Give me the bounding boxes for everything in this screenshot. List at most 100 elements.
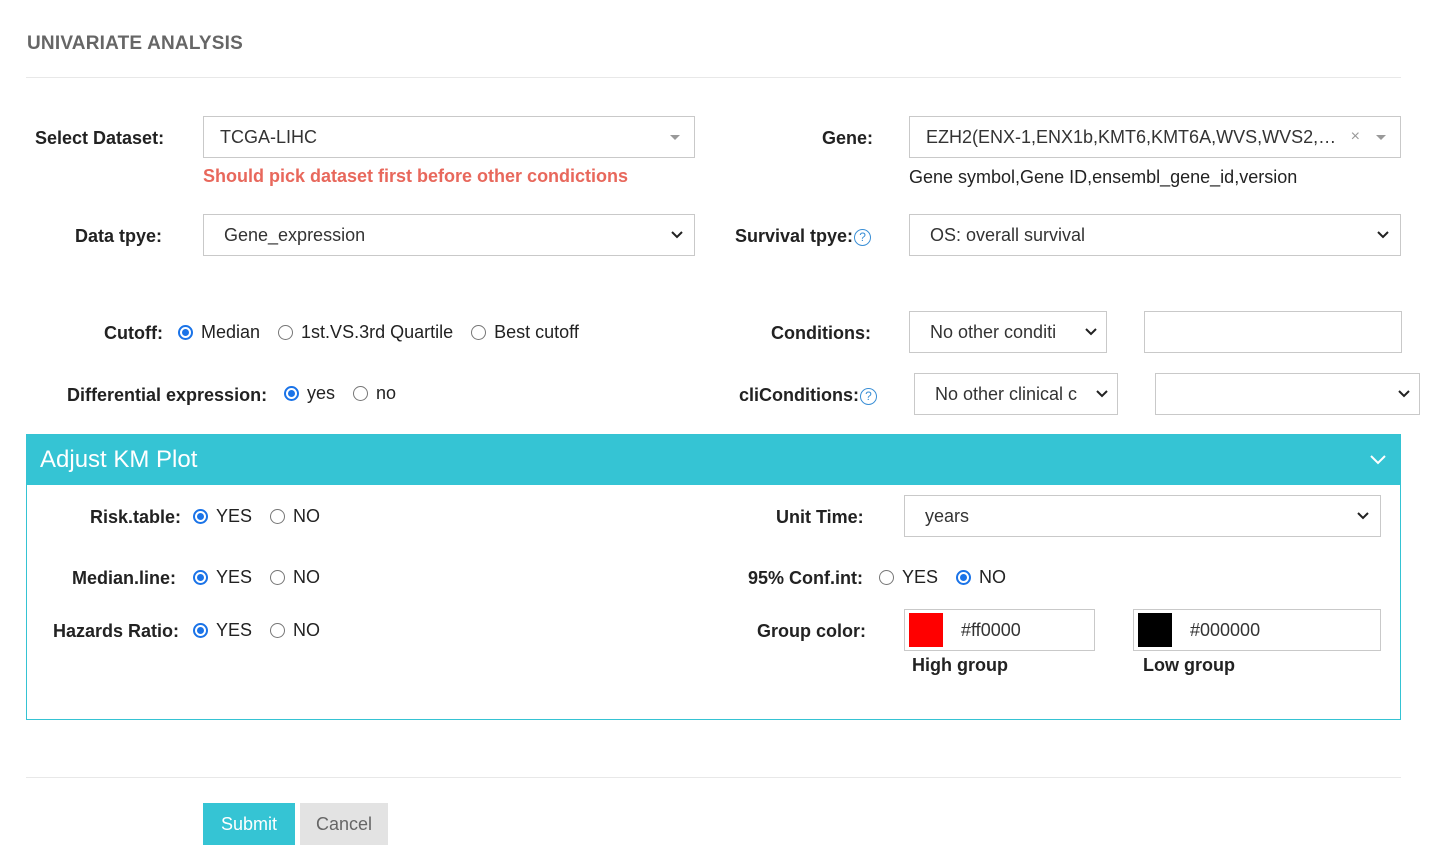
- unit-time-select[interactable]: years: [904, 495, 1381, 537]
- risk-table-option-no[interactable]: NO: [270, 506, 320, 527]
- conf-int-option-yes[interactable]: YES: [879, 567, 938, 588]
- radio-unchecked-icon[interactable]: [278, 325, 294, 340]
- cancel-button[interactable]: Cancel: [300, 803, 388, 845]
- radio-checked-icon[interactable]: [193, 509, 208, 524]
- high-group-color-input[interactable]: #ff0000: [904, 609, 1095, 651]
- survival-type-label: Survival tpye:?: [735, 226, 872, 247]
- data-type-label: Data tpye:: [75, 226, 163, 246]
- chevron-down-icon: [670, 228, 684, 242]
- median-line-label: Median.line:: [72, 568, 177, 588]
- radio-checked-icon[interactable]: [193, 623, 208, 638]
- caret-down-icon: [670, 134, 680, 140]
- radio-checked-icon[interactable]: [284, 386, 299, 401]
- color-swatch[interactable]: [1138, 613, 1172, 647]
- chevron-down-icon: [1095, 387, 1109, 401]
- submit-button[interactable]: Submit: [203, 803, 295, 845]
- conf-int-radio-group: YES NO: [879, 567, 1024, 588]
- median-line-radio-group: YES NO: [193, 567, 338, 588]
- dataset-select[interactable]: TCGA-LIHC: [203, 116, 695, 158]
- option-label: NO: [979, 567, 1007, 587]
- option-label: YES: [216, 620, 253, 640]
- hazards-ratio-radio-group: YES NO: [193, 620, 338, 641]
- group-color-label: Group color:: [757, 621, 866, 641]
- conditions-select[interactable]: No other conditi: [909, 311, 1107, 353]
- conf-int-label: 95% Conf.int:: [748, 568, 863, 588]
- conditions-value: No other conditi: [930, 321, 1057, 342]
- page-title: UNIVARIATE ANALYSIS: [27, 33, 243, 54]
- radio-unchecked-icon[interactable]: [270, 623, 286, 638]
- option-label: NO: [293, 567, 321, 587]
- cli-conditions-second-select[interactable]: [1155, 373, 1420, 415]
- help-icon[interactable]: ?: [860, 387, 877, 405]
- option-label: YES: [216, 506, 253, 526]
- cli-conditions-value: No other clinical c: [935, 383, 1078, 404]
- conditions-input[interactable]: [1144, 311, 1402, 353]
- dataset-label: Select Dataset:: [35, 128, 165, 148]
- caret-down-icon: [1376, 134, 1386, 140]
- radio-checked-icon[interactable]: [193, 570, 208, 585]
- diff-expr-option-no[interactable]: no: [353, 383, 396, 404]
- clear-icon[interactable]: ×: [1351, 128, 1360, 146]
- risk-table-radio-group: YES NO: [193, 506, 338, 527]
- chevron-down-icon: [1376, 228, 1390, 242]
- survival-type-select[interactable]: OS: overall survival: [909, 214, 1401, 256]
- survival-type-value: OS: overall survival: [930, 224, 1086, 245]
- km-plot-panel-header[interactable]: Adjust KM Plot: [27, 435, 1400, 485]
- cutoff-option-median[interactable]: Median: [178, 322, 260, 343]
- option-label: Best cutoff: [494, 322, 579, 342]
- unit-time-label: Unit Time:: [776, 507, 864, 527]
- km-plot-panel-title: Adjust KM Plot: [40, 446, 198, 473]
- data-type-value: Gene_expression: [224, 224, 366, 245]
- radio-checked-icon[interactable]: [956, 570, 972, 585]
- risk-table-option-yes[interactable]: YES: [193, 506, 252, 527]
- option-label: yes: [307, 383, 336, 403]
- risk-table-label: Risk.table:: [90, 507, 182, 527]
- cutoff-label: Cutoff:: [104, 323, 163, 343]
- chevron-down-icon: [1356, 509, 1370, 523]
- chevron-down-icon: [1397, 387, 1411, 401]
- conf-int-option-no[interactable]: NO: [956, 567, 1006, 588]
- low-group-color-input[interactable]: #000000: [1133, 609, 1381, 651]
- hazards-ratio-option-no[interactable]: NO: [270, 620, 320, 641]
- radio-unchecked-icon[interactable]: [270, 570, 286, 585]
- help-icon[interactable]: ?: [854, 228, 872, 246]
- conditions-label: Conditions:: [771, 323, 871, 343]
- option-label: 1st.VS.3rd Quartile: [301, 322, 454, 342]
- median-line-option-no[interactable]: NO: [270, 567, 320, 588]
- radio-unchecked-icon[interactable]: [270, 509, 286, 524]
- bottom-divider: [26, 777, 1401, 778]
- median-line-option-yes[interactable]: YES: [193, 567, 252, 588]
- data-type-select[interactable]: Gene_expression: [203, 214, 695, 256]
- cutoff-radio-group: Median 1st.VS.3rd Quartile Best cutoff: [178, 322, 597, 343]
- chevron-down-icon[interactable]: [1368, 452, 1388, 466]
- survival-type-label-text: Survival tpye:: [735, 226, 854, 246]
- diff-expr-option-yes[interactable]: yes: [284, 383, 335, 404]
- radio-unchecked-icon[interactable]: [879, 570, 894, 585]
- gene-value: EZH2(ENX-1,ENX1b,KMT6,KMT6A,WVS,WVS2,EZ.…: [926, 126, 1347, 147]
- cli-conditions-label-text: cliConditions:: [739, 385, 859, 405]
- color-swatch[interactable]: [909, 613, 943, 647]
- option-label: YES: [902, 567, 939, 587]
- hazards-ratio-option-yes[interactable]: YES: [193, 620, 252, 641]
- diff-expr-label: Differential expression:: [67, 385, 268, 405]
- radio-checked-icon[interactable]: [178, 325, 193, 340]
- cutoff-option-quartile[interactable]: 1st.VS.3rd Quartile: [278, 322, 453, 343]
- diff-expr-radio-group: yes no: [284, 383, 414, 404]
- option-label: NO: [293, 506, 321, 526]
- top-divider: [26, 77, 1401, 78]
- radio-unchecked-icon[interactable]: [353, 386, 369, 401]
- high-group-caption: High group: [912, 655, 1008, 675]
- cli-conditions-select[interactable]: No other clinical c: [914, 373, 1118, 415]
- high-group-color-value: #ff0000: [961, 619, 1021, 640]
- cutoff-option-best[interactable]: Best cutoff: [471, 322, 579, 343]
- dataset-value: TCGA-LIHC: [220, 126, 318, 147]
- gene-select[interactable]: EZH2(ENX-1,ENX1b,KMT6,KMT6A,WVS,WVS2,EZ.…: [909, 116, 1401, 158]
- option-label: no: [376, 383, 397, 403]
- option-label: YES: [216, 567, 253, 587]
- gene-hint: Gene symbol,Gene ID,ensembl_gene_id,vers…: [909, 167, 1298, 187]
- low-group-color-value: #000000: [1190, 619, 1261, 640]
- chevron-down-icon: [1084, 325, 1098, 339]
- radio-unchecked-icon[interactable]: [471, 325, 487, 340]
- dataset-warning: Should pick dataset first before other c…: [203, 166, 629, 186]
- cli-conditions-label: cliConditions:?: [739, 385, 877, 406]
